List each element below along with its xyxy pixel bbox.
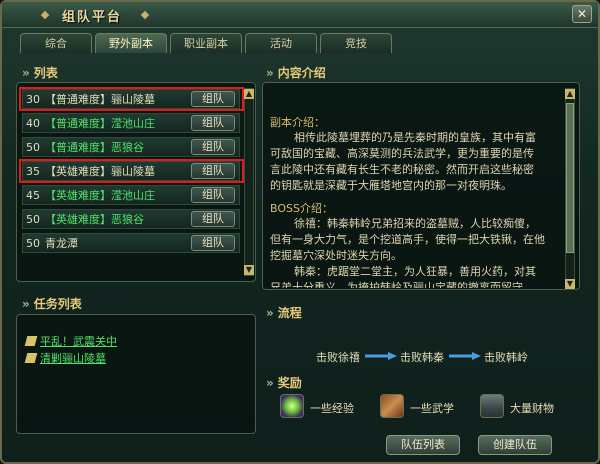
section-arrows-icon: » <box>266 376 274 390</box>
list-item[interactable]: 50 青龙潭 组队 <box>22 233 240 253</box>
list-section-title: » 列表 <box>22 64 58 81</box>
tab-activity[interactable]: 活动 <box>245 33 317 53</box>
list-title-text: 列表 <box>33 66 58 80</box>
join-team-button[interactable]: 组队 <box>191 235 235 251</box>
intro-line: 言此陵中还有藏有长生不老的秘密。然而开启这些秘密 <box>270 163 534 176</box>
boss-line: 徐禧：韩秦韩岭兄弟招来的盗墓贼，人比较痴傻， <box>294 217 536 230</box>
intro-line: 的钥匙就是深藏于大雁塔地宫内的那一对夜明珠。 <box>270 179 512 192</box>
join-team-button[interactable]: 组队 <box>191 139 235 155</box>
tab-class-dungeon[interactable]: 职业副本 <box>170 33 242 53</box>
boss-heading-text: BOSS介绍： <box>270 202 333 215</box>
content-title-text: 内容介绍 <box>277 66 326 80</box>
dungeon-name: 青龙潭 <box>45 237 78 250</box>
close-icon[interactable]: ✕ <box>577 7 587 21</box>
boss-heading: BOSS介绍： <box>270 201 558 217</box>
rewards-section-title: » 奖励 <box>266 374 302 391</box>
content-section-title: » 内容介绍 <box>266 64 326 81</box>
list-item[interactable]: 50 【英雄难度】恶狼谷 组队 <box>22 209 240 229</box>
flow-arrow-icon <box>449 352 481 360</box>
reward-label: 一些武学 <box>410 402 454 415</box>
title-ornament-icon <box>40 10 50 20</box>
list-item[interactable]: 50 【普通难度】恶狼谷 组队 <box>22 137 240 157</box>
tab-bar: 综合 野外副本 职业副本 活动 竞技 <box>20 33 392 55</box>
team-platform-window: 组队平台 ✕ 综合 野外副本 职业副本 活动 竞技 » 列表 30 【普通难度】骊… <box>0 0 600 464</box>
dungeon-level: 50 <box>26 236 40 250</box>
task-link[interactable]: 平乱！武震关中 <box>40 333 117 349</box>
dungeon-name: 【普通难度】恶狼谷 <box>45 141 144 154</box>
treasure-chest-icon <box>480 394 504 418</box>
section-arrows-icon: » <box>22 66 30 80</box>
flow-step: 击败徐禧 <box>316 351 360 364</box>
task-link[interactable]: 清剿骊山陵墓 <box>40 350 106 366</box>
intro-heading: 副本介绍： <box>270 115 558 131</box>
dungeon-level: 50 <box>26 140 40 154</box>
window-title: 组队平台 <box>62 10 123 25</box>
experience-orb-icon <box>280 394 304 418</box>
boss-line: 挖掘墓穴深处时迷失方向。 <box>270 249 402 262</box>
dungeon-level: 45 <box>26 188 40 202</box>
list-item[interactable]: 45 【英雄难度】滢池山庄 组队 <box>22 185 240 205</box>
flow-step: 击败韩岭 <box>484 351 528 364</box>
scroll-up-icon[interactable]: ▲ <box>565 89 575 99</box>
section-arrows-icon: » <box>266 66 274 80</box>
scroll-down-icon[interactable]: ▼ <box>565 279 575 289</box>
team-list-button[interactable]: 队伍列表 <box>386 435 460 455</box>
dungeon-level: 40 <box>26 116 40 130</box>
boss-line: 兄弟十分重义，为掩护韩岭及骊山宝藏的撤离而留守。 <box>270 281 534 288</box>
flow-arrow-icon <box>365 352 397 360</box>
dungeon-name: 【英雄难度】恶狼谷 <box>45 213 144 226</box>
tasks-title-text: 任务列表 <box>33 297 82 311</box>
task-list-panel <box>16 314 256 434</box>
scroll-down-icon[interactable]: ▼ <box>244 265 254 275</box>
join-team-button[interactable]: 组队 <box>191 115 235 131</box>
join-team-button[interactable]: 组队 <box>191 187 235 203</box>
create-team-button[interactable]: 创建队伍 <box>478 435 552 455</box>
list-item[interactable]: 40 【普通难度】滢池山庄 组队 <box>22 113 240 133</box>
tab-field-dungeon[interactable]: 野外副本 <box>95 33 167 53</box>
close-button[interactable]: ✕ <box>572 5 592 23</box>
selection-highlight <box>19 159 244 183</box>
tab-arena[interactable]: 竞技 <box>320 33 392 53</box>
tasks-section-title: » 任务列表 <box>22 295 82 312</box>
tab-general[interactable]: 综合 <box>20 33 92 53</box>
title-bar[interactable]: 组队平台 ✕ <box>2 2 598 28</box>
intro-line: 可敌国的宝藏、高深莫测的兵法武学，更为重要的是传 <box>270 147 534 160</box>
boss-line: 韩秦：虎踞堂二堂主，为人狂暴，善用火药，对其 <box>294 265 536 278</box>
content-scrollbar[interactable]: ▲ ▼ <box>565 88 575 290</box>
reward-label: 大量财物 <box>510 402 554 415</box>
dungeon-level: 50 <box>26 212 40 226</box>
rewards-title-text: 奖励 <box>277 376 302 390</box>
dungeon-name: 【英雄难度】滢池山庄 <box>45 189 155 202</box>
section-arrows-icon: » <box>266 306 274 320</box>
selection-highlight <box>19 87 244 111</box>
flow-section-title: » 流程 <box>266 304 302 321</box>
martial-scroll-icon <box>380 394 404 418</box>
boss-line: 但有一身大力气，是个挖道高手，使得一把大铁锹，在他 <box>270 233 545 246</box>
title-ornament-icon <box>140 10 150 20</box>
intro-line: 相传此陵墓埋葬的乃是先秦时期的皇族，其中有富 <box>294 131 536 144</box>
section-arrows-icon: » <box>22 297 30 311</box>
intro-heading-text: 副本介绍： <box>270 116 325 129</box>
scroll-thumb[interactable] <box>566 103 574 253</box>
dungeon-name: 【普通难度】滢池山庄 <box>45 117 155 130</box>
join-team-button[interactable]: 组队 <box>191 211 235 227</box>
flow-step: 击败韩秦 <box>400 351 444 364</box>
scroll-up-icon[interactable]: ▲ <box>244 89 254 99</box>
flow-title-text: 流程 <box>277 306 302 320</box>
reward-label: 一些经验 <box>310 402 354 415</box>
list-scrollbar[interactable]: ▲ ▼ <box>244 88 254 276</box>
